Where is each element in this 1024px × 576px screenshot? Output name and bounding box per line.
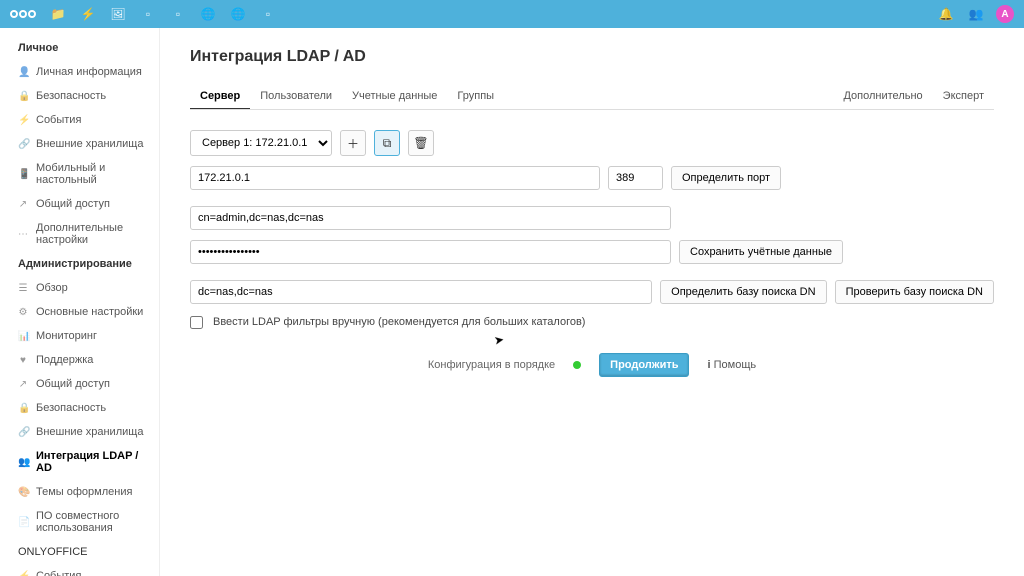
sidebar-item-label: Мобильный и настольный — [36, 162, 149, 186]
sidebar-item-label: Внешние хранилища — [36, 426, 143, 438]
sidebar-item-label: События — [36, 570, 81, 576]
sidebar-item[interactable]: ⚙ Основные настройки — [0, 300, 159, 324]
sidebar-item[interactable]: ⚡ События — [0, 564, 159, 576]
bind-dn-input[interactable] — [190, 206, 671, 230]
sidebar-item-icon: 📄 — [18, 517, 28, 528]
sidebar-item[interactable]: ♥ Поддержка — [0, 348, 159, 372]
topbar: 📁 ⚡ 🖼 ▫ ▫ 🌐 🌐 ▫ 🔔 👥 A — [0, 0, 1024, 28]
sidebar-item-icon: ⋯ — [18, 229, 28, 240]
sidebar-item-label: Личная информация — [36, 66, 142, 78]
avatar[interactable]: A — [996, 5, 1014, 23]
sidebar-item-label: Обзор — [36, 282, 68, 294]
sidebar-item[interactable]: ↗ Общий доступ — [0, 192, 159, 216]
sidebar-item-icon: ⚡ — [18, 571, 28, 576]
continue-button[interactable]: Продолжить — [599, 353, 689, 377]
tab-creds[interactable]: Учетные данные — [342, 84, 447, 109]
sidebar-item-icon: ♥ — [18, 355, 28, 366]
app2-icon[interactable]: ▫ — [168, 4, 188, 24]
sidebar-item-icon: ☰ — [18, 283, 28, 294]
tab-groups[interactable]: Группы — [447, 84, 504, 109]
copy-config-button[interactable]: ⧉ — [374, 130, 400, 156]
app5-icon[interactable]: ▫ — [258, 4, 278, 24]
sidebar-item-icon: 🔒 — [18, 91, 28, 102]
save-creds-button[interactable]: Сохранить учётные данные — [679, 240, 843, 264]
cat-onlyoffice: ONLYOFFICE — [0, 540, 159, 564]
delete-config-button[interactable]: 🗑 — [408, 130, 434, 156]
sidebar-item[interactable]: ⋯ Дополнительные настройки — [0, 216, 159, 252]
sidebar-item-label: Поддержка — [36, 354, 93, 366]
detect-base-button[interactable]: Определить базу поиска DN — [660, 280, 826, 304]
sidebar-item[interactable]: 📊 Мониторинг — [0, 324, 159, 348]
activity-icon[interactable]: ⚡ — [78, 4, 98, 24]
sidebar-item-label: События — [36, 114, 81, 126]
sidebar-item-label: Общий доступ — [36, 378, 110, 390]
test-base-button[interactable]: Проверить базу поиска DN — [835, 280, 994, 304]
sidebar-item-label: Внешние хранилища — [36, 138, 143, 150]
contacts-icon[interactable]: 👥 — [966, 4, 986, 24]
sidebar-item-label: Темы оформления — [36, 486, 132, 498]
help-link[interactable]: i Помощь — [707, 359, 756, 371]
sidebar-item[interactable]: 🔒 Безопасность — [0, 396, 159, 420]
content: Интеграция LDAP / AD Сервер Пользователи… — [160, 28, 1024, 576]
logo-icon[interactable] — [10, 10, 36, 18]
sidebar-item-icon: 🔗 — [18, 139, 28, 150]
sidebar-item[interactable]: 📄 ПО совместного использования — [0, 504, 159, 540]
sidebar-item-icon: 🔒 — [18, 403, 28, 414]
sidebar-item-icon: ⚡ — [18, 115, 28, 126]
password-input[interactable] — [190, 240, 671, 264]
cat-admin: Администрирование — [0, 252, 159, 276]
app4-icon[interactable]: 🌐 — [228, 4, 248, 24]
sidebar: Личное 👤 Личная информация 🔒 Безопасность ⚡ С… — [0, 28, 160, 576]
sidebar-item[interactable]: 🎨 Темы оформления — [0, 480, 159, 504]
cat-personal: Личное — [0, 36, 159, 60]
files-icon[interactable]: 📁 — [48, 4, 68, 24]
base-dn-input[interactable] — [190, 280, 652, 304]
notifications-icon[interactable]: 🔔 — [936, 4, 956, 24]
sidebar-item[interactable]: 🔗 Внешние хранилища — [0, 420, 159, 444]
sidebar-item-icon: 👤 — [18, 67, 28, 78]
sidebar-item-label: Безопасность — [36, 402, 106, 414]
sidebar-item-label: Дополнительные настройки — [36, 222, 149, 246]
tab-users[interactable]: Пользователи — [250, 84, 342, 109]
sidebar-item-icon: ⚙ — [18, 307, 28, 318]
sidebar-item[interactable]: 📱 Мобильный и настольный — [0, 156, 159, 192]
host-input[interactable] — [190, 166, 600, 190]
sidebar-item[interactable]: 👥 Интеграция LDAP / AD — [0, 444, 159, 480]
sidebar-item-icon: ↗ — [18, 379, 28, 390]
sidebar-item[interactable]: 🔗 Внешние хранилища — [0, 132, 159, 156]
tab-expert[interactable]: Эксперт — [933, 84, 994, 109]
gallery-icon[interactable]: 🖼 — [108, 4, 128, 24]
sidebar-item-icon: ↗ — [18, 199, 28, 210]
port-input[interactable] — [608, 166, 663, 190]
tab-server[interactable]: Сервер — [190, 84, 250, 109]
tabs: Сервер Пользователи Учетные данные Групп… — [190, 84, 994, 110]
status-text: Конфигурация в порядке — [428, 359, 555, 371]
app3-icon[interactable]: 🌐 — [198, 4, 218, 24]
sidebar-item-label: Общий доступ — [36, 198, 110, 210]
sidebar-item[interactable]: ⚡ События — [0, 108, 159, 132]
sidebar-item-icon: 📊 — [18, 331, 28, 342]
sidebar-item-icon: 🎨 — [18, 487, 28, 498]
add-server-button[interactable]: ＋ — [340, 130, 366, 156]
sidebar-item-label: Безопасность — [36, 90, 106, 102]
sidebar-item[interactable]: 🔒 Безопасность — [0, 84, 159, 108]
detect-port-button[interactable]: Определить порт — [671, 166, 781, 190]
sidebar-item-label: ПО совместного использования — [36, 510, 149, 534]
sidebar-item-icon: 📱 — [18, 169, 28, 180]
app1-icon[interactable]: ▫ — [138, 4, 158, 24]
tab-extra[interactable]: Дополнительно — [833, 84, 932, 109]
manual-filters-checkbox[interactable] — [190, 316, 203, 329]
sidebar-item-icon: 👥 — [18, 457, 28, 468]
sidebar-item[interactable]: ↗ Общий доступ — [0, 372, 159, 396]
server-select[interactable]: Сервер 1: 172.21.0.1 — [190, 130, 332, 156]
sidebar-item-label: Основные настройки — [36, 306, 143, 318]
sidebar-item[interactable]: ☰ Обзор — [0, 276, 159, 300]
sidebar-item-label: Интеграция LDAP / AD — [36, 450, 149, 474]
sidebar-item-label: Мониторинг — [36, 330, 97, 342]
page-title: Интеграция LDAP / AD — [190, 48, 994, 66]
sidebar-item[interactable]: 👤 Личная информация — [0, 60, 159, 84]
status-dot-icon — [573, 361, 581, 369]
manual-filters-label: Ввести LDAP фильтры вручную (рекомендует… — [213, 316, 585, 328]
sidebar-item-icon: 🔗 — [18, 427, 28, 438]
